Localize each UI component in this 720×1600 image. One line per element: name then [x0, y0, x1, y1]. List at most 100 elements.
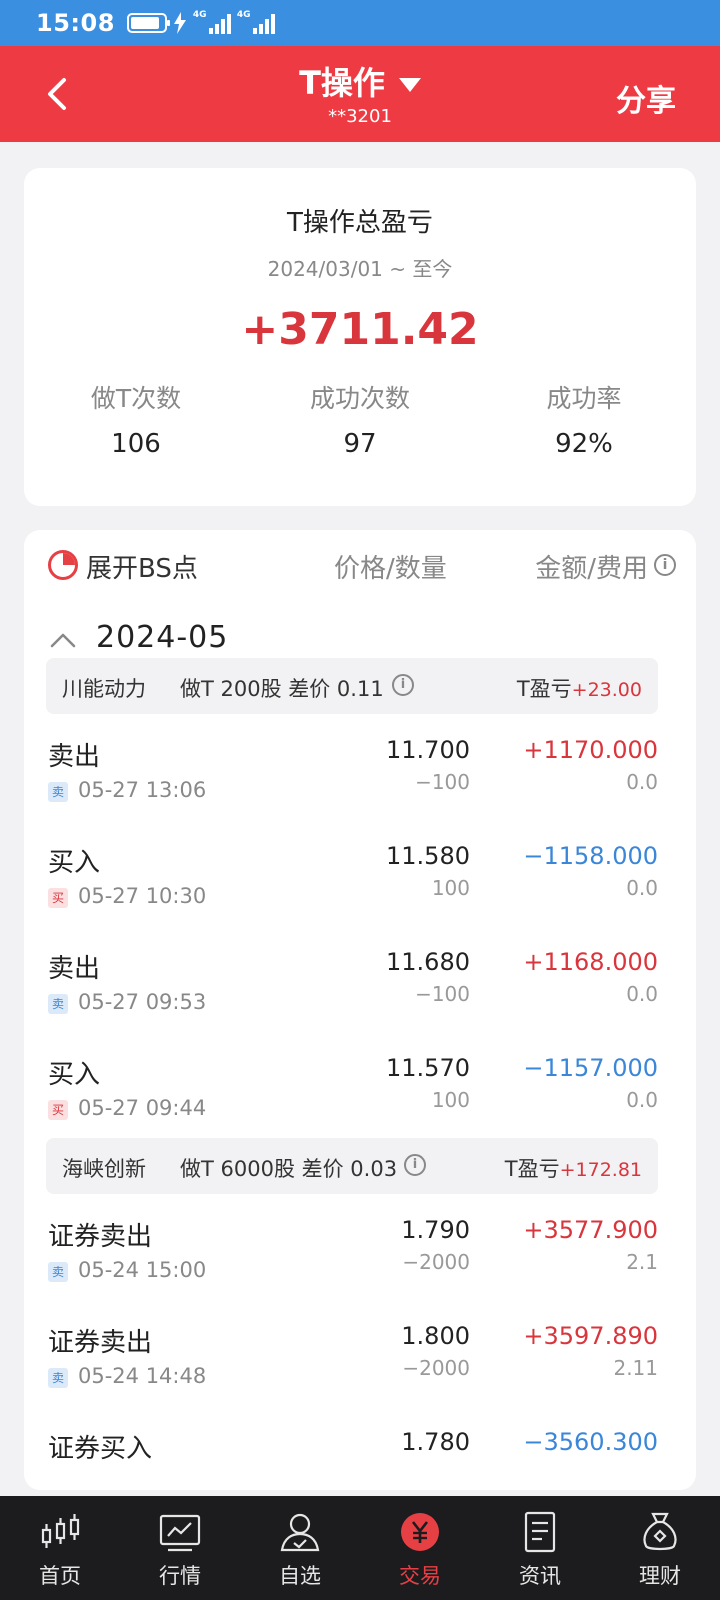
- trade-qty: 100: [431, 876, 470, 900]
- trade-price: 11.580: [386, 842, 470, 870]
- stat-success-rate: 成功率 92%: [472, 379, 696, 459]
- column-price-qty: 价格/数量: [334, 554, 447, 584]
- trade-qty: 100: [431, 1088, 470, 1112]
- tab-label: 资讯: [519, 1564, 561, 1588]
- trade-qty: −100: [415, 982, 470, 1006]
- trade-qty: −100: [415, 770, 470, 794]
- summary-title: T操作总盈亏: [287, 208, 433, 238]
- stock-name: 海峡创新: [62, 1157, 146, 1181]
- trade-action: 证券卖出: [48, 1328, 153, 1358]
- trade-price: 1.790: [401, 1216, 470, 1244]
- trade-fee: 2.11: [613, 1356, 658, 1380]
- caret-down-icon: [398, 78, 421, 92]
- charging-icon: [173, 12, 186, 34]
- trade-action: 证券卖出: [48, 1222, 153, 1252]
- trade-row[interactable]: 买入 买 05-27 10:30 11.580 100 −1158.000 0.…: [46, 832, 658, 932]
- chart-icon: [159, 1514, 201, 1552]
- expand-bs-label: 展开BS点: [86, 554, 198, 584]
- tab-news[interactable]: 资讯: [480, 1496, 600, 1600]
- trade-price: 11.570: [386, 1054, 470, 1082]
- buy-badge-icon: 买: [48, 1100, 68, 1120]
- summary-date-range: 2024/03/01 ~ 至今: [267, 257, 453, 281]
- tab-market[interactable]: 行情: [120, 1496, 240, 1600]
- trade-price: 1.800: [401, 1322, 470, 1350]
- status-time: 15:08: [36, 9, 115, 37]
- app-header: T操作 **3201 分享: [0, 46, 720, 142]
- trade-time: 05-24 14:48: [78, 1364, 207, 1388]
- stat-label: 成功率: [546, 384, 622, 413]
- stock-group-header[interactable]: 海峡创新 做T 6000股 差价 0.03 i T盈亏+172.81: [46, 1138, 658, 1194]
- trade-fee: 0.0: [626, 1088, 658, 1112]
- total-profit-loss: +3711.42: [241, 304, 479, 355]
- page-title: T操作: [299, 64, 385, 102]
- stat-label: 成功次数: [309, 384, 410, 413]
- stat-t-count: 做T次数 106: [24, 379, 248, 459]
- trade-row[interactable]: 卖出 卖 05-27 09:53 11.680 −100 +1168.000 0…: [46, 938, 658, 1038]
- candlestick-icon: [41, 1514, 80, 1548]
- signal-icon: 4G: [193, 10, 231, 34]
- share-button[interactable]: 分享: [616, 76, 676, 120]
- tab-trade[interactable]: 交易: [360, 1496, 480, 1600]
- tab-label: 首页: [39, 1564, 81, 1588]
- group-description: 做T 200股 差价 0.11: [180, 677, 384, 701]
- trade-row[interactable]: 证券卖出 卖 05-24 14:48 1.800 −2000 +3597.890…: [46, 1312, 658, 1412]
- money-bag-icon: [643, 1512, 677, 1551]
- column-amount-fee: 金额/费用: [535, 554, 648, 584]
- document-icon: [524, 1511, 556, 1553]
- trade-fee: 0.0: [626, 982, 658, 1006]
- account-number: **3201: [328, 106, 392, 127]
- trade-action: 买入: [48, 1060, 101, 1090]
- info-icon[interactable]: i: [392, 674, 414, 696]
- trade-price: 11.680: [386, 948, 470, 976]
- tab-label: 交易: [399, 1564, 441, 1588]
- summary-card: T操作总盈亏 2024/03/01 ~ 至今 +3711.42 做T次数 106…: [24, 168, 696, 506]
- stat-value: 97: [343, 429, 377, 459]
- trade-row[interactable]: 证券卖出 卖 05-24 15:00 1.790 −2000 +3577.900…: [46, 1206, 658, 1306]
- info-icon[interactable]: i: [654, 554, 676, 576]
- info-icon[interactable]: i: [404, 1154, 426, 1176]
- tab-wealth[interactable]: 理财: [600, 1496, 720, 1600]
- status-icons: 4G 4G: [126, 10, 275, 34]
- pl-value: +172.81: [559, 1159, 642, 1181]
- sell-badge-icon: 卖: [48, 1262, 68, 1282]
- battery-icon: [126, 13, 170, 33]
- trade-qty: −2000: [402, 1356, 470, 1380]
- group-profit-loss: T盈亏+172.81: [505, 1153, 642, 1183]
- month-label: 2024-05: [96, 620, 229, 655]
- trade-action: 卖出: [48, 742, 101, 772]
- trade-time: 05-27 09:44: [78, 1096, 207, 1120]
- trade-amount: −1157.000: [523, 1054, 658, 1082]
- stat-success-count: 成功次数 97: [248, 379, 472, 459]
- sell-badge-icon: 卖: [48, 782, 68, 802]
- stat-label: 做T次数: [90, 384, 182, 413]
- trade-action: 卖出: [48, 954, 101, 984]
- trade-amount: +1170.000: [523, 736, 658, 764]
- trade-amount: +3597.890: [523, 1322, 658, 1350]
- stats-row: 做T次数 106 成功次数 97 成功率 92%: [24, 379, 696, 459]
- status-bar: 15:08 4G 4G: [0, 0, 720, 46]
- tab-home[interactable]: 首页: [0, 1496, 120, 1600]
- trade-amount: +3577.900: [523, 1216, 658, 1244]
- stat-value: 106: [111, 429, 161, 459]
- list-header: 展开BS点 价格/数量 金额/费用 i: [24, 530, 696, 600]
- group-profit-loss: T盈亏+23.00: [517, 673, 642, 703]
- tab-watchlist[interactable]: 自选: [240, 1496, 360, 1600]
- trade-action: 证券买入: [48, 1434, 153, 1464]
- stat-value: 92%: [555, 429, 613, 459]
- trade-row[interactable]: 卖出 卖 05-27 13:06 11.700 −100 +1170.000 0…: [46, 726, 658, 826]
- chevron-up-icon: [50, 633, 76, 648]
- yen-icon: [401, 1513, 439, 1551]
- title-switcher[interactable]: T操作 **3201: [0, 58, 720, 127]
- trade-row[interactable]: 买入 买 05-27 09:44 11.570 100 −1157.000 0.…: [46, 1044, 658, 1144]
- sell-badge-icon: 卖: [48, 994, 68, 1014]
- trade-time: 05-27 10:30: [78, 884, 207, 908]
- tab-label: 理财: [639, 1564, 681, 1588]
- trade-list-card: 展开BS点 价格/数量 金额/费用 i 2024-05 川能动力 做T 200股…: [24, 530, 696, 1490]
- stock-name: 川能动力: [62, 677, 146, 701]
- network-type-2: 4G: [236, 10, 251, 20]
- buy-badge-icon: 买: [48, 888, 68, 908]
- trade-row[interactable]: 证券买入 1.780 −3560.300: [46, 1418, 658, 1490]
- trade-fee: 0.0: [626, 876, 658, 900]
- stock-group-header[interactable]: 川能动力 做T 200股 差价 0.11 i T盈亏+23.00: [46, 658, 658, 714]
- group-description: 做T 6000股 差价 0.03: [180, 1157, 398, 1181]
